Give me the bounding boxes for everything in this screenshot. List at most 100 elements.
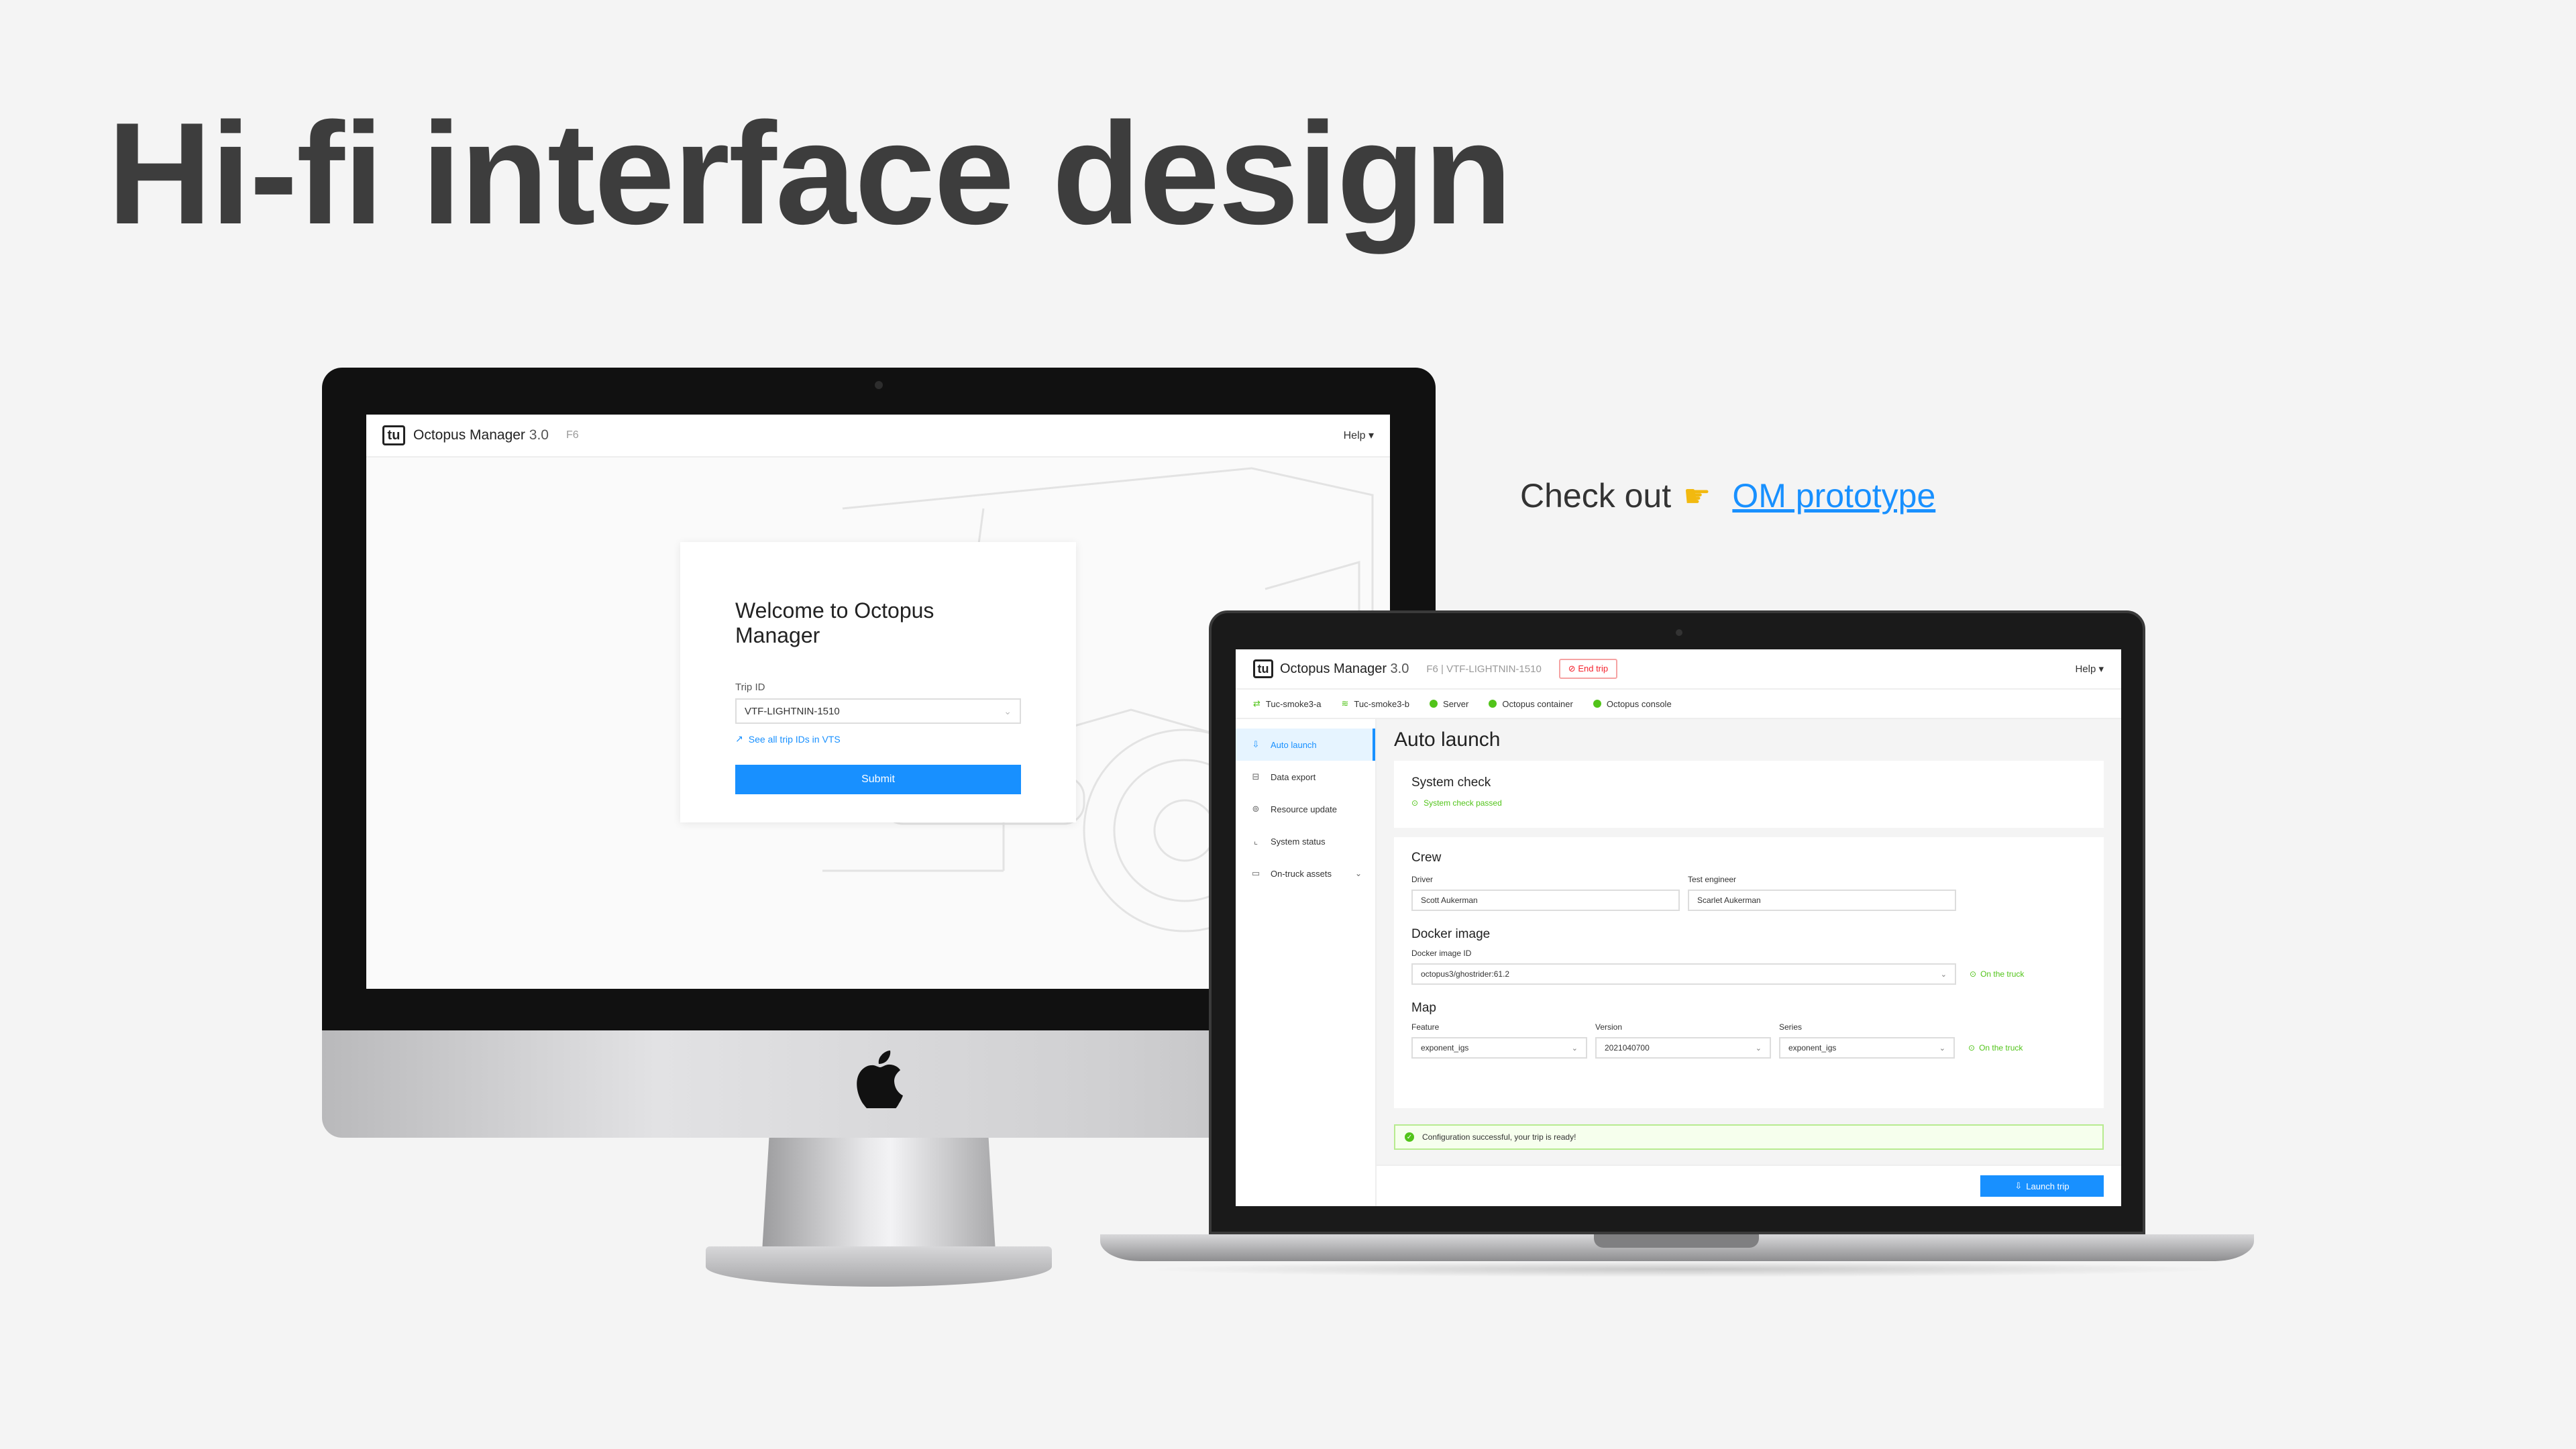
truck-icon: ▭ bbox=[1251, 868, 1260, 878]
caret-down-icon: ▾ bbox=[1368, 430, 1374, 441]
status-label: Server bbox=[1443, 698, 1469, 709]
tu-logo: tu bbox=[382, 425, 405, 445]
docker-value: octopus3/ghostrider:61.2 bbox=[1421, 969, 1510, 979]
sidebar-item-label: On-truck assets bbox=[1271, 868, 1332, 879]
status-dot bbox=[1489, 700, 1497, 708]
version-select[interactable]: 2021040700 ⌄ bbox=[1595, 1037, 1771, 1059]
check-circle-icon: ✓ bbox=[1405, 1132, 1414, 1142]
sidebar-item-auto-launch[interactable]: ⇩ Auto launch bbox=[1236, 729, 1375, 761]
pointing-hand-icon: ☛ bbox=[1683, 478, 1711, 513]
welcome-heading: Welcome to Octopus Manager bbox=[735, 598, 934, 647]
chevron-down-icon: ⌄ bbox=[1940, 970, 1947, 979]
status-label: Tuc-smoke3-a bbox=[1265, 698, 1322, 709]
help-menu[interactable]: Help ▾ bbox=[2075, 663, 2104, 675]
macbook-lid: tu Octopus Manager 3.0 F6 | VTF-LIGHTNIN… bbox=[1209, 610, 2145, 1234]
docker-label: Docker image ID bbox=[1411, 949, 1472, 958]
trip-config-panel: Crew Driver Scott Aukerman Test engineer… bbox=[1394, 837, 2104, 1108]
end-trip-button[interactable]: ⊘ End trip bbox=[1558, 659, 1618, 679]
help-menu[interactable]: Help ▾ bbox=[1344, 429, 1374, 442]
prototype-link[interactable]: OM prototype bbox=[1732, 476, 1935, 515]
wifi-icon: ≋ bbox=[1341, 698, 1349, 708]
sidebar-item-label: System status bbox=[1271, 836, 1326, 847]
main-content: Auto launch System check ⊙ System check p… bbox=[1377, 719, 2121, 1206]
app-name-text: Octopus Manager bbox=[1280, 661, 1387, 676]
camera-dot bbox=[1676, 629, 1682, 636]
vts-trip-ids-link[interactable]: ↗ See all trip IDs in VTS bbox=[735, 733, 1021, 745]
series-value: exponent_igs bbox=[1788, 1043, 1837, 1053]
series-select[interactable]: exponent_igs ⌄ bbox=[1779, 1037, 1955, 1059]
status-octopus-container: Octopus container bbox=[1489, 699, 1573, 709]
welcome-card: Welcome to Octopus Manager Trip ID VTF-L… bbox=[680, 542, 1076, 822]
chevron-down-icon: ⌄ bbox=[1755, 1044, 1762, 1053]
chevron-down-icon: ⌄ bbox=[1354, 869, 1362, 878]
submit-button[interactable]: Submit bbox=[735, 765, 1021, 794]
driver-field: Driver Scott Aukerman bbox=[1411, 875, 1680, 911]
check-circle-icon: ⊙ bbox=[1411, 798, 1419, 808]
status-label: Octopus console bbox=[1606, 698, 1672, 709]
trip-id-select[interactable]: VTF-LIGHTNIN-1510 ⌄ bbox=[735, 698, 1021, 724]
rocket-icon: ⇩ bbox=[2015, 1181, 2023, 1191]
chevron-down-icon: ⌄ bbox=[1004, 705, 1012, 716]
app-name: Octopus Manager 3.0 bbox=[413, 427, 549, 443]
camera-dot bbox=[875, 381, 883, 389]
link-icon: ⇄ bbox=[1253, 698, 1260, 708]
feature-label: Feature bbox=[1411, 1022, 1440, 1032]
vts-link-label: See all trip IDs in VTS bbox=[748, 733, 841, 745]
connection-status-bar: ⇄ Tuc-smoke3-a ≋ Tuc-smoke3-b Server Octop… bbox=[1236, 690, 2121, 719]
series-field: Series exponent_igs ⌄ bbox=[1779, 1022, 1955, 1059]
status-label: Tuc-smoke3-b bbox=[1354, 698, 1410, 709]
trip-id-value: VTF-LIGHTNIN-1510 bbox=[745, 705, 840, 717]
driver-input[interactable]: Scott Aukerman bbox=[1411, 890, 1680, 911]
map-title: Map bbox=[1411, 1001, 1436, 1015]
caret-down-icon: ▾ bbox=[2098, 663, 2104, 675]
engineer-label: Test engineer bbox=[1688, 875, 1737, 884]
cta-text: Check out bbox=[1520, 477, 1672, 515]
engineer-input[interactable]: Scarlet Aukerman bbox=[1688, 890, 1956, 911]
on-truck-label: On the truck bbox=[1980, 969, 2025, 979]
imac-foot bbox=[706, 1246, 1052, 1287]
system-check-status: ⊙ System check passed bbox=[1411, 798, 2086, 808]
external-link-icon: ↗ bbox=[735, 733, 743, 744]
driver-label: Driver bbox=[1411, 875, 1433, 884]
end-trip-label: End trip bbox=[1578, 663, 1609, 674]
engineer-field: Test engineer Scarlet Aukerman bbox=[1688, 875, 1956, 911]
success-alert: ✓ Configuration successful, your trip is… bbox=[1394, 1124, 2104, 1150]
success-alert-text: Configuration successful, your trip is r… bbox=[1422, 1132, 1576, 1142]
engineer-value: Scarlet Aukerman bbox=[1697, 896, 1761, 905]
feature-value: exponent_igs bbox=[1421, 1043, 1469, 1053]
sync-icon: ⊚ bbox=[1252, 804, 1260, 814]
tu-logo: tu bbox=[1253, 659, 1273, 678]
status-dot bbox=[1430, 700, 1438, 708]
system-check-status-text: System check passed bbox=[1424, 798, 1502, 808]
docker-image-select[interactable]: octopus3/ghostrider:61.2 ⌄ bbox=[1411, 963, 1956, 985]
apple-logo bbox=[857, 1051, 903, 1108]
app-version: 3.0 bbox=[1390, 661, 1409, 676]
version-label: Version bbox=[1595, 1022, 1623, 1032]
docker-field: Docker image ID octopus3/ghostrider:61.2… bbox=[1411, 949, 1956, 985]
sidebar-item-label: Resource update bbox=[1271, 804, 1338, 814]
crew-title: Crew bbox=[1411, 851, 1442, 865]
sidebar-item-system-status[interactable]: ⌞ System status bbox=[1236, 825, 1375, 857]
imac-stand bbox=[762, 1138, 996, 1252]
trip-subtitle: F6 | VTF-LIGHTNIN-1510 bbox=[1426, 663, 1542, 675]
docker-title: Docker image bbox=[1411, 927, 1491, 941]
status-dot bbox=[1593, 700, 1601, 708]
feature-field: Feature exponent_igs ⌄ bbox=[1411, 1022, 1587, 1059]
docker-row: Docker image ID octopus3/ghostrider:61.2… bbox=[1411, 949, 2086, 985]
map-row: Feature exponent_igs ⌄ Version 2021040700… bbox=[1411, 1022, 2086, 1059]
line-chart-icon: ⌞ bbox=[1253, 836, 1258, 846]
sidebar-item-data-export[interactable]: ⊟ Data export bbox=[1236, 761, 1375, 793]
sidebar-item-resource-update[interactable]: ⊚ Resource update bbox=[1236, 793, 1375, 825]
docker-on-truck-status: ⊙ On the truck bbox=[1970, 963, 2024, 985]
trip-id-label: Trip ID bbox=[735, 682, 765, 693]
app-subtitle: F6 bbox=[566, 429, 579, 441]
sidebar-item-on-truck-assets[interactable]: ▭ On-truck assets ⌄ bbox=[1236, 857, 1375, 890]
launch-trip-button[interactable]: ⇩ Launch trip bbox=[1980, 1175, 2104, 1197]
app-header: tu Octopus Manager 3.0 F6 | VTF-LIGHTNIN… bbox=[1236, 649, 2121, 690]
content-title: Auto launch bbox=[1394, 729, 1501, 751]
rocket-icon: ⇩ bbox=[1252, 739, 1260, 749]
app-header: tu Octopus Manager 3.0 F6 Help ▾ bbox=[366, 415, 1390, 458]
status-label: Octopus container bbox=[1502, 698, 1573, 709]
feature-select[interactable]: exponent_igs ⌄ bbox=[1411, 1037, 1587, 1059]
app-name-text: Octopus Manager bbox=[413, 427, 525, 443]
